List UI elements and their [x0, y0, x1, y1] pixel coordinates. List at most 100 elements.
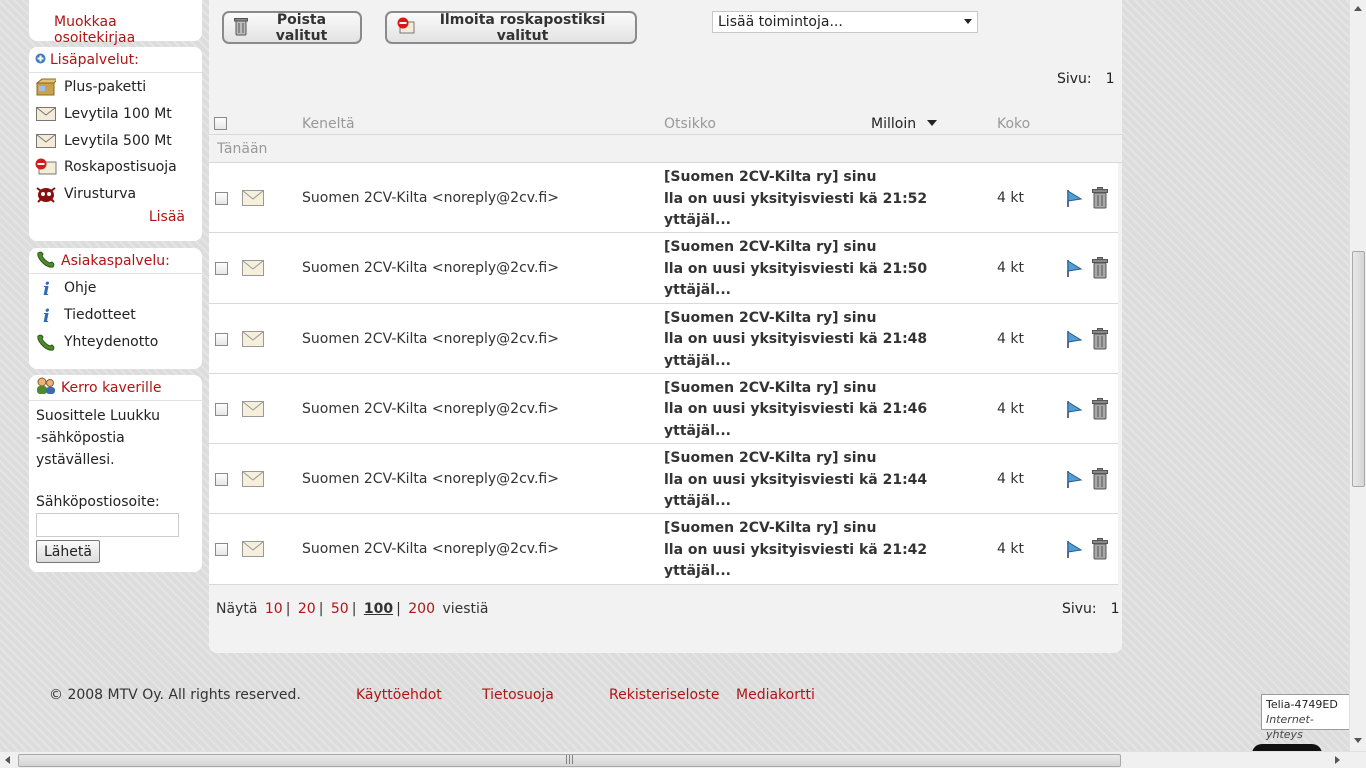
- subject[interactable]: [Suomen 2CV-Kilta ry] sinu lla on uusi y…: [664, 167, 934, 232]
- sidebar-item-help[interactable]: i Ohje: [29, 275, 202, 302]
- show-label: Näytä: [216, 601, 258, 617]
- sender: Suomen 2CV-Kilta <noreply@2cv.fi>: [302, 190, 559, 206]
- row-checkbox[interactable]: [215, 332, 228, 346]
- footer-link-media-card[interactable]: Mediakortti: [736, 687, 815, 703]
- column-from[interactable]: Keneltä: [302, 116, 355, 132]
- row-checkbox[interactable]: [215, 402, 228, 416]
- column-size[interactable]: Koko: [997, 116, 1030, 132]
- trash-icon[interactable]: [1092, 187, 1108, 209]
- address-book-box: Muokkaa osoitekirjaa: [29, 0, 202, 46]
- report-spam-button[interactable]: Ilmoita roskapostiksi valitut: [385, 11, 637, 44]
- trash-icon[interactable]: [1092, 468, 1108, 490]
- sidebar-item-label: Virusturva: [64, 186, 137, 203]
- subject[interactable]: [Suomen 2CV-Kilta ry] sinu lla on uusi y…: [664, 518, 934, 583]
- page-size-200[interactable]: 200: [408, 601, 435, 617]
- svg-text:i: i: [43, 279, 50, 298]
- subject[interactable]: [Suomen 2CV-Kilta ry] sinu lla on uusi y…: [664, 237, 934, 302]
- footer-link-privacy[interactable]: Tietosuoja: [482, 687, 554, 703]
- sort-desc-icon[interactable]: [927, 120, 937, 126]
- select-all-checkbox[interactable]: [214, 117, 227, 130]
- vertical-scroll-thumb[interactable]: [1352, 251, 1365, 487]
- scroll-left-icon[interactable]: [5, 756, 10, 764]
- message-size: 4 kt: [997, 260, 1024, 277]
- tell-a-friend-box: Kerro kaverille Suosittele Luukku -sähkö…: [29, 375, 202, 572]
- horizontal-scrollbar[interactable]: |||: [0, 751, 1366, 768]
- trash-icon[interactable]: [1092, 397, 1108, 420]
- tell-a-friend-title: Kerro kaverille: [61, 379, 162, 396]
- footer-link-terms[interactable]: Käyttöehdot: [356, 687, 442, 703]
- page-label: Sivu:: [1062, 601, 1097, 617]
- horizontal-scroll-thumb[interactable]: |||: [18, 754, 1121, 767]
- sidebar-item-label: Levytila 500 Mt: [64, 132, 172, 149]
- sidebar-item-plus-package[interactable]: Plus-paketti: [29, 74, 202, 101]
- sidebar-item-announcements[interactable]: i Tiedotteet: [29, 302, 202, 329]
- subject-line: [Suomen 2CV-Kilta ry] sinu: [664, 169, 877, 185]
- subject-line: lla on uusi yksityisviesti kä 21:44: [664, 471, 928, 488]
- page-size-20[interactable]: 20: [298, 601, 316, 617]
- page-indicator-top: Sivu: 1: [1057, 71, 1115, 87]
- more-actions-select[interactable]: Lisää toimintoja...: [712, 11, 978, 33]
- row-checkbox[interactable]: [215, 192, 228, 205]
- scroll-up-icon[interactable]: [1354, 6, 1362, 11]
- trash-icon[interactable]: [1092, 327, 1108, 350]
- sender: Suomen 2CV-Kilta <noreply@2cv.fi>: [302, 471, 559, 488]
- column-when[interactable]: Milloin: [871, 116, 916, 132]
- page-size-100[interactable]: 100: [364, 601, 393, 617]
- network-tooltip: Telia-4749ED Internet-yhteys: [1261, 694, 1350, 741]
- delete-selected-button[interactable]: Poista valitut: [222, 11, 362, 44]
- more-actions-value: Lisää toimintoja...: [718, 14, 843, 30]
- table-row[interactable]: Suomen 2CV-Kilta <noreply@2cv.fi> [Suome…: [209, 374, 1118, 445]
- message-list: Suomen 2CV-Kilta <noreply@2cv.fi> [Suome…: [209, 163, 1118, 585]
- sender: Suomen 2CV-Kilta <noreply@2cv.fi>: [302, 330, 559, 347]
- subject[interactable]: [Suomen 2CV-Kilta ry] sinu lla on uusi y…: [664, 308, 934, 373]
- flag-icon[interactable]: [1065, 469, 1083, 489]
- row-checkbox[interactable]: [215, 473, 228, 487]
- table-row[interactable]: Suomen 2CV-Kilta <noreply@2cv.fi> [Suome…: [209, 233, 1118, 304]
- scroll-down-icon[interactable]: [1354, 738, 1362, 743]
- page-number: 1: [1110, 601, 1120, 617]
- services-header: Lisäpalvelut:: [29, 47, 202, 73]
- send-button[interactable]: Lähetä: [36, 540, 100, 563]
- column-subject[interactable]: Otsikko: [664, 116, 716, 132]
- sidebar-item-label: Yhteydenotto: [64, 333, 159, 350]
- trash-icon[interactable]: [1092, 257, 1108, 279]
- sidebar-item-contact[interactable]: Yhteydenotto: [29, 328, 202, 355]
- support-title: Asiakaspalvelu:: [61, 252, 170, 269]
- subject[interactable]: [Suomen 2CV-Kilta ry] sinu lla on uusi y…: [664, 378, 934, 443]
- sidebar-item-storage-500[interactable]: Levytila 500 Mt: [29, 127, 202, 154]
- services-more-link[interactable]: Lisää: [29, 209, 202, 225]
- flag-icon[interactable]: [1065, 399, 1083, 419]
- sidebar-item-label: Tiedotteet: [64, 307, 136, 324]
- flag-icon[interactable]: [1065, 188, 1083, 208]
- sidebar-item-virus-protection[interactable]: Virusturva: [29, 181, 202, 208]
- row-checkbox[interactable]: [215, 262, 228, 276]
- flag-icon[interactable]: [1065, 539, 1083, 559]
- footer-link-register[interactable]: Rekisteriseloste: [609, 687, 720, 703]
- flag-icon[interactable]: [1065, 329, 1083, 349]
- network-status: Internet-yhteys: [1266, 713, 1314, 741]
- page-size-50[interactable]: 50: [331, 601, 349, 617]
- page-size-10[interactable]: 10: [265, 601, 283, 617]
- table-row[interactable]: Suomen 2CV-Kilta <noreply@2cv.fi> [Suome…: [209, 514, 1118, 585]
- trash-icon[interactable]: [1092, 538, 1108, 560]
- email-field[interactable]: [36, 513, 179, 537]
- email-label: Sähköpostiosoite:: [36, 494, 160, 510]
- plus-circle-icon: [35, 52, 46, 68]
- sidebar-item-label: Roskapostisuoja: [64, 159, 177, 176]
- sidebar-item-spam-protection[interactable]: Roskapostisuoja: [29, 154, 202, 181]
- table-row[interactable]: Suomen 2CV-Kilta <noreply@2cv.fi> [Suome…: [209, 304, 1118, 374]
- network-name: Telia-4749ED: [1266, 698, 1338, 711]
- flag-icon[interactable]: [1065, 258, 1083, 278]
- scroll-right-icon[interactable]: [1335, 756, 1340, 764]
- sidebar-item-storage-100[interactable]: Levytila 100 Mt: [29, 101, 202, 128]
- vertical-scrollbar[interactable]: [1349, 0, 1366, 751]
- edit-address-book-link[interactable]: Muokkaa osoitekirjaa: [54, 14, 202, 46]
- page-label: Sivu:: [1057, 71, 1092, 87]
- services-title: Lisäpalvelut:: [50, 51, 139, 68]
- subject[interactable]: [Suomen 2CV-Kilta ry] sinu lla on uusi y…: [664, 448, 934, 513]
- support-header: Asiakaspalvelu:: [29, 248, 202, 274]
- table-row[interactable]: Suomen 2CV-Kilta <noreply@2cv.fi> [Suome…: [209, 444, 1118, 515]
- table-row[interactable]: Suomen 2CV-Kilta <noreply@2cv.fi> [Suome…: [209, 163, 1118, 234]
- tell-a-friend-text-2: -sähköpostia ystävällesi.: [36, 430, 125, 468]
- row-checkbox[interactable]: [215, 543, 228, 557]
